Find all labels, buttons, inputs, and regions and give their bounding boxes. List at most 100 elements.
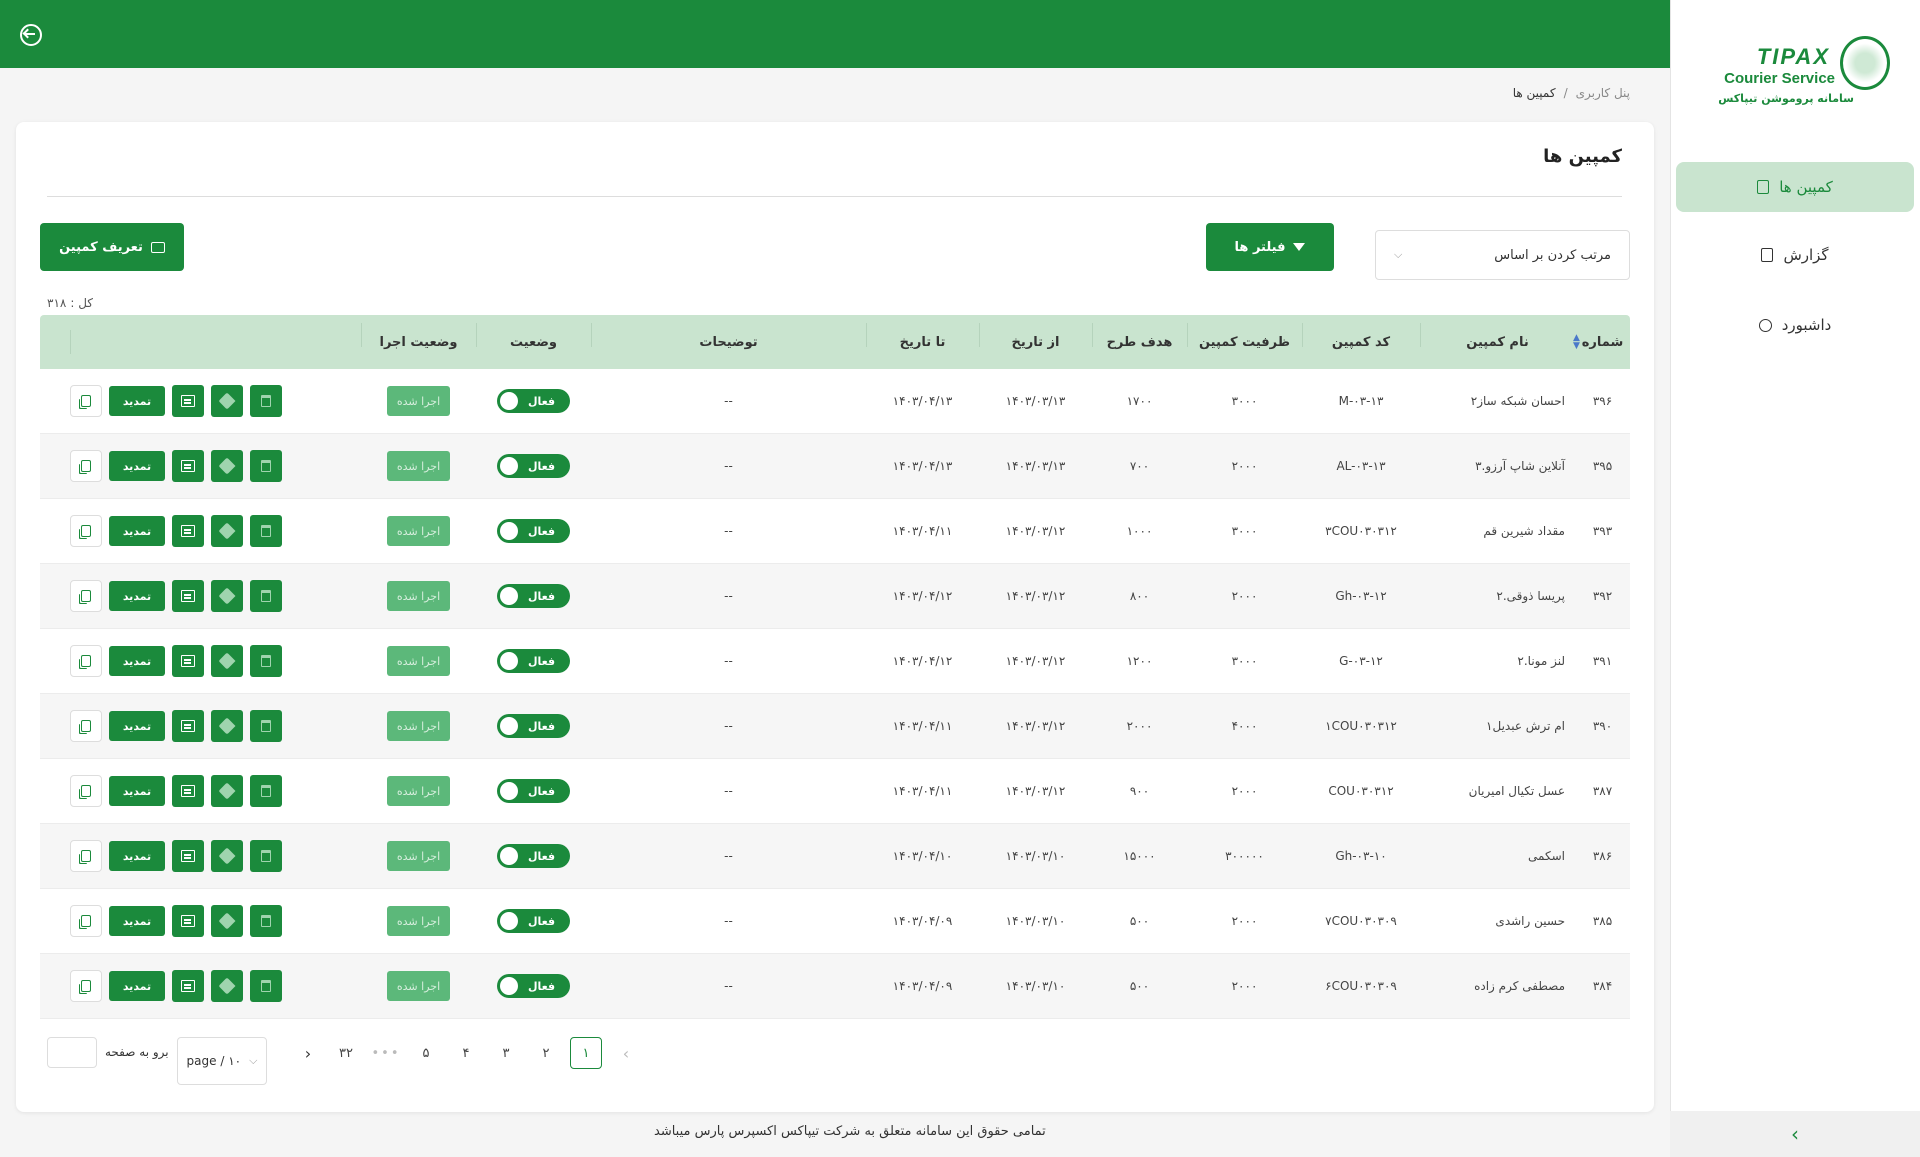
delete-button[interactable] [250,775,282,807]
delete-button[interactable] [250,580,282,612]
page-3[interactable]: ۳ [490,1037,522,1069]
next-page-button[interactable]: › [292,1037,324,1069]
tag-icon [218,652,236,670]
status-toggle[interactable]: فعال [497,714,570,738]
toggle-knob [500,457,518,475]
details-button[interactable] [172,970,204,1002]
run-status-button[interactable]: اجرا شده [387,776,450,806]
renew-button[interactable]: تمدید [109,646,165,676]
renew-button[interactable]: تمدید [109,711,165,741]
status-toggle[interactable]: فعال [497,779,570,803]
status-toggle[interactable]: فعال [497,844,570,868]
status-toggle[interactable]: فعال [497,649,570,673]
tag-button[interactable] [211,580,243,612]
col-num[interactable]: شماره ▲ ▼ [1573,333,1630,350]
copy-button[interactable] [70,840,102,872]
copy-button[interactable] [70,710,102,742]
sidebar-item-campaigns[interactable]: کمپین ها [1676,162,1914,212]
details-button[interactable] [172,450,204,482]
copy-button[interactable] [70,645,102,677]
run-status-button[interactable]: اجرا شده [387,451,450,481]
delete-button[interactable] [250,970,282,1002]
status-toggle[interactable]: فعال [497,974,570,998]
tag-button[interactable] [211,710,243,742]
details-button[interactable] [172,905,204,937]
details-button[interactable] [172,710,204,742]
sidebar-item-report[interactable]: گزارش [1676,230,1914,280]
page-ellipsis[interactable]: ••• [370,1037,402,1069]
filters-button[interactable]: فیلتر ها [1206,223,1334,271]
page-1[interactable]: ۱ [570,1037,602,1069]
details-button[interactable] [172,385,204,417]
details-button[interactable] [172,515,204,547]
delete-button[interactable] [250,385,282,417]
renew-button[interactable]: تمدید [109,841,165,871]
breadcrumb-root[interactable]: پنل کاربری [1576,86,1630,100]
sidebar-item-dashboard[interactable]: داشبورد [1676,300,1914,350]
renew-button[interactable]: تمدید [109,516,165,546]
run-status-button[interactable]: اجرا شده [387,841,450,871]
tag-button[interactable] [211,775,243,807]
cell-desc: -- [724,524,733,538]
copy-button[interactable] [70,450,102,482]
details-button[interactable] [172,840,204,872]
delete-button[interactable] [250,515,282,547]
delete-button[interactable] [250,840,282,872]
copy-button[interactable] [70,385,102,417]
tag-button[interactable] [211,840,243,872]
renew-button[interactable]: تمدید [109,581,165,611]
copy-button[interactable] [70,970,102,1002]
delete-button[interactable] [250,645,282,677]
details-button[interactable] [172,645,204,677]
status-toggle[interactable]: فعال [497,389,570,413]
tag-button[interactable] [211,450,243,482]
page-4[interactable]: ۴ [450,1037,482,1069]
copy-button[interactable] [70,580,102,612]
details-button[interactable] [172,580,204,612]
define-campaign-button[interactable]: تعریف کمپین [40,223,184,271]
run-status-button[interactable]: اجرا شده [387,646,450,676]
copy-button[interactable] [70,905,102,937]
renew-button[interactable]: تمدید [109,776,165,806]
tag-button[interactable] [211,905,243,937]
renew-button[interactable]: تمدید [109,971,165,1001]
status-toggle[interactable]: فعال [497,454,570,478]
run-status-button[interactable]: اجرا شده [387,386,450,416]
copy-button[interactable] [70,775,102,807]
cell-num: ۳۹۳ [1592,524,1613,538]
page-last[interactable]: ۳۲ [330,1037,362,1069]
delete-button[interactable] [250,710,282,742]
page-size-select[interactable]: page / ۱۰ ⌵ [177,1037,267,1085]
renew-button[interactable]: تمدید [109,906,165,936]
trash-icon [261,915,271,927]
delete-button[interactable] [250,450,282,482]
sidebar-collapse-button[interactable]: ‹ [1670,1111,1920,1157]
page-5[interactable]: ۵ [410,1037,442,1069]
run-status-button[interactable]: اجرا شده [387,971,450,1001]
delete-button[interactable] [250,905,282,937]
logout-icon[interactable] [20,24,42,46]
tag-button[interactable] [211,970,243,1002]
goto-page-input[interactable] [47,1037,97,1068]
run-status-button[interactable]: اجرا شده [387,581,450,611]
prev-page-button[interactable]: ‹ [610,1037,642,1069]
copy-button[interactable] [70,515,102,547]
run-status-button[interactable]: اجرا شده [387,906,450,936]
page-2[interactable]: ۲ [530,1037,562,1069]
copy-icon [81,395,91,407]
cell-desc: -- [724,979,733,993]
sort-select[interactable]: مرتب کردن بر اساس ⌵ [1375,230,1630,280]
cell-capacity: ۲۰۰۰ [1231,459,1258,473]
status-toggle[interactable]: فعال [497,519,570,543]
status-toggle[interactable]: فعال [497,909,570,933]
renew-button[interactable]: تمدید [109,451,165,481]
run-status-button[interactable]: اجرا شده [387,516,450,546]
tag-button[interactable] [211,515,243,547]
details-button[interactable] [172,775,204,807]
run-status-button[interactable]: اجرا شده [387,711,450,741]
status-toggle[interactable]: فعال [497,584,570,608]
cell-run-status: اجرا شده [361,386,476,416]
tag-button[interactable] [211,645,243,677]
renew-button[interactable]: تمدید [109,386,165,416]
tag-button[interactable] [211,385,243,417]
